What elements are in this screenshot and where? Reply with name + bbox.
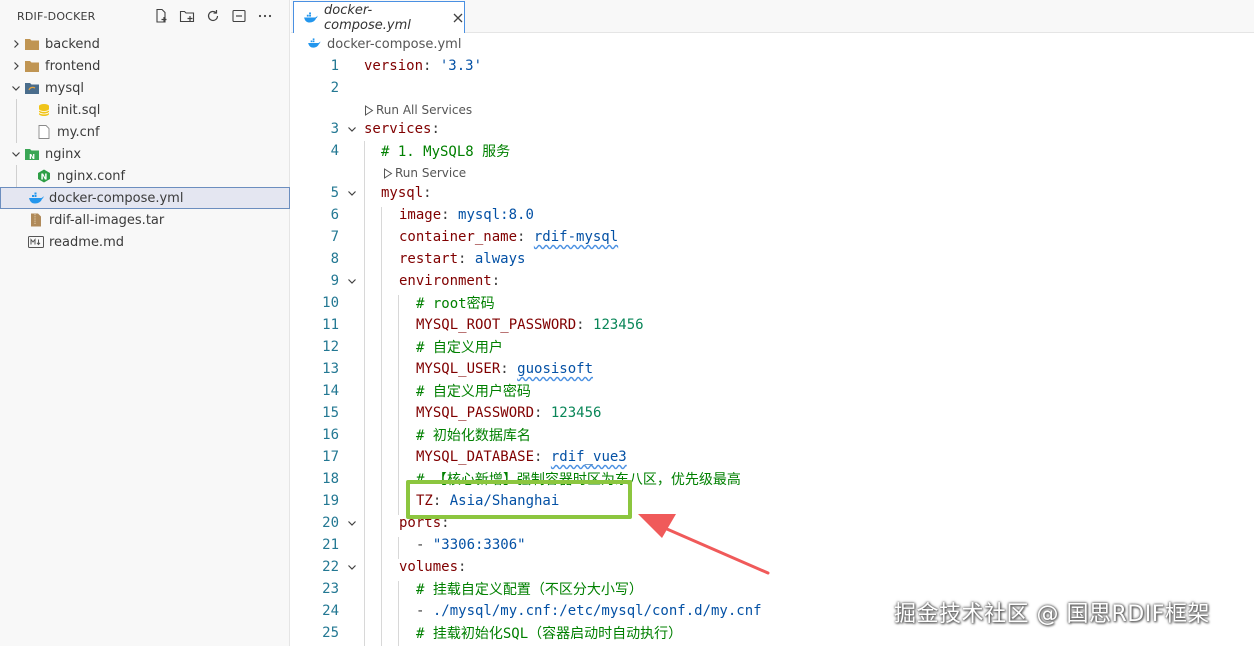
arrow-annotation bbox=[638, 514, 770, 575]
watermark: 掘金技术社区 @ 国思RDIF框架 bbox=[894, 602, 1210, 627]
